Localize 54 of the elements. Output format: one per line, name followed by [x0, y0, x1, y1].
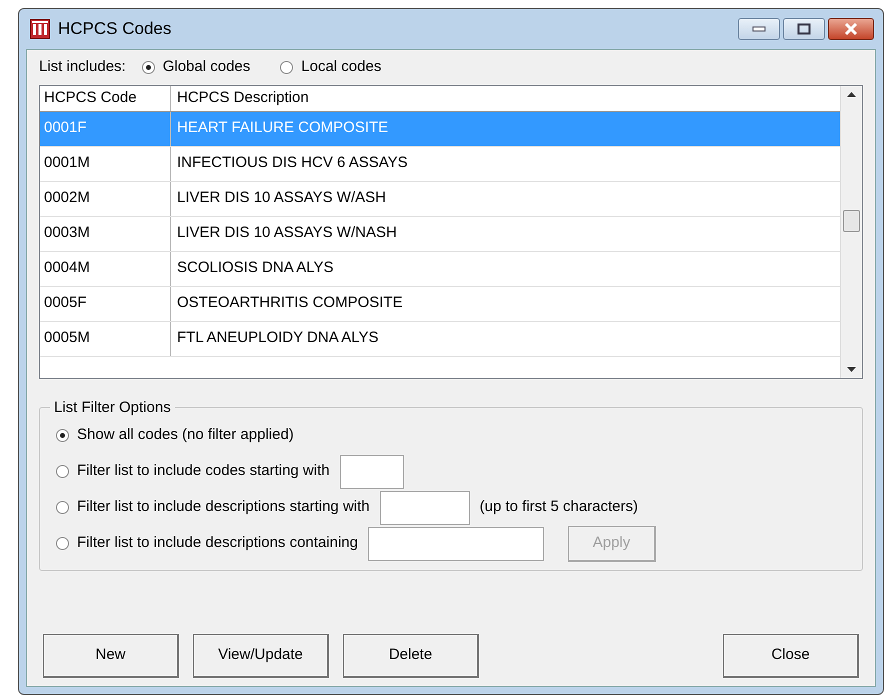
- radio-label[interactable]: Filter list to include codes starting with: [77, 460, 330, 483]
- table-cell-text: FTL ANEUPLOIDY DNA ALYS: [176, 328, 380, 348]
- window-title: HCPCS Codes: [58, 18, 172, 40]
- table-cell: 0001M: [40, 146, 171, 180]
- radio-button[interactable]: [56, 429, 69, 442]
- table-cell: 0001F: [40, 112, 171, 146]
- table-cell-text: LIVER DIS 10 ASSAYS W/ASH: [176, 188, 387, 208]
- close-icon: [844, 23, 858, 35]
- table-cell: 0005F: [40, 286, 171, 320]
- radio-button[interactable]: [56, 537, 69, 550]
- minimize-button[interactable]: [738, 18, 780, 40]
- scroll-down-icon[interactable]: [847, 366, 856, 372]
- app-icon: [30, 19, 50, 39]
- table-row[interactable]: 0005M FTL ANEUPLOIDY DNA ALYS: [40, 322, 840, 356]
- radio-label[interactable]: Global codes: [162, 56, 250, 78]
- table-row[interactable]: 0002M LIVER DIS 10 ASSAYS W/ASH: [40, 182, 840, 216]
- radio-label[interactable]: Local codes: [301, 56, 382, 78]
- dialog-button[interactable]: Close: [723, 634, 859, 678]
- minimize-icon: [752, 26, 766, 32]
- radio-button[interactable]: [56, 501, 69, 514]
- table-cell: 0005M: [40, 322, 171, 356]
- radio-label[interactable]: Show all codes (no filter applied): [77, 424, 294, 447]
- dialog-button[interactable]: New: [43, 634, 179, 678]
- dialog-button[interactable]: View/Update: [193, 634, 329, 678]
- column-header[interactable]: HCPCS Code: [40, 86, 171, 110]
- table-cell-text: INFECTIOUS DIS HCV 6 ASSAYS: [176, 153, 409, 174]
- table-cell: 0002M: [40, 182, 171, 216]
- radio-button[interactable]: [280, 60, 294, 74]
- maximize-button[interactable]: [783, 18, 825, 40]
- table-cell: 0003M: [40, 216, 171, 250]
- table-cell-text: SCOLIOSIS DNA ALYS: [176, 258, 334, 278]
- table-row[interactable]: 0001M INFECTIOUS DIS HCV 6 ASSAYS: [40, 146, 840, 182]
- text-field[interactable]: [380, 490, 470, 524]
- text-field[interactable]: [368, 526, 544, 560]
- table-row[interactable]: 0004M SCOLIOSIS DNA ALYS: [40, 252, 840, 286]
- field-label: List includes:: [39, 57, 126, 77]
- close-button[interactable]: [828, 18, 874, 40]
- table-cell-text: LIVER DIS 10 ASSAYS W/NASH: [176, 223, 398, 244]
- radio-label[interactable]: Filter list to include descriptions containing: [77, 532, 358, 555]
- radio-button[interactable]: [56, 465, 69, 478]
- table-cell-text: HEART FAILURE COMPOSITE: [176, 118, 390, 138]
- radio-label[interactable]: Filter list to include descriptions starting with: [77, 496, 370, 519]
- table-row[interactable]: 0003M LIVER DIS 10 ASSAYS W/NASH: [40, 216, 840, 252]
- hint-text: (up to first 5 characters): [480, 497, 638, 518]
- table-row[interactable]: 0005F OSTEOARTHRITIS COMPOSITE: [40, 286, 840, 322]
- radio-button[interactable]: [142, 60, 155, 74]
- column-header[interactable]: HCPCS Description: [171, 86, 840, 110]
- table-cell-text: OSTEOARTHRITIS COMPOSITE: [176, 293, 404, 314]
- maximize-icon: [797, 23, 811, 35]
- text-field[interactable]: [340, 454, 404, 488]
- scrollbar-thumb[interactable]: [843, 210, 860, 232]
- table-cell: 0004M: [40, 252, 171, 286]
- scroll-up-icon[interactable]: [847, 92, 856, 96]
- dialog-button[interactable]: Delete: [343, 634, 479, 678]
